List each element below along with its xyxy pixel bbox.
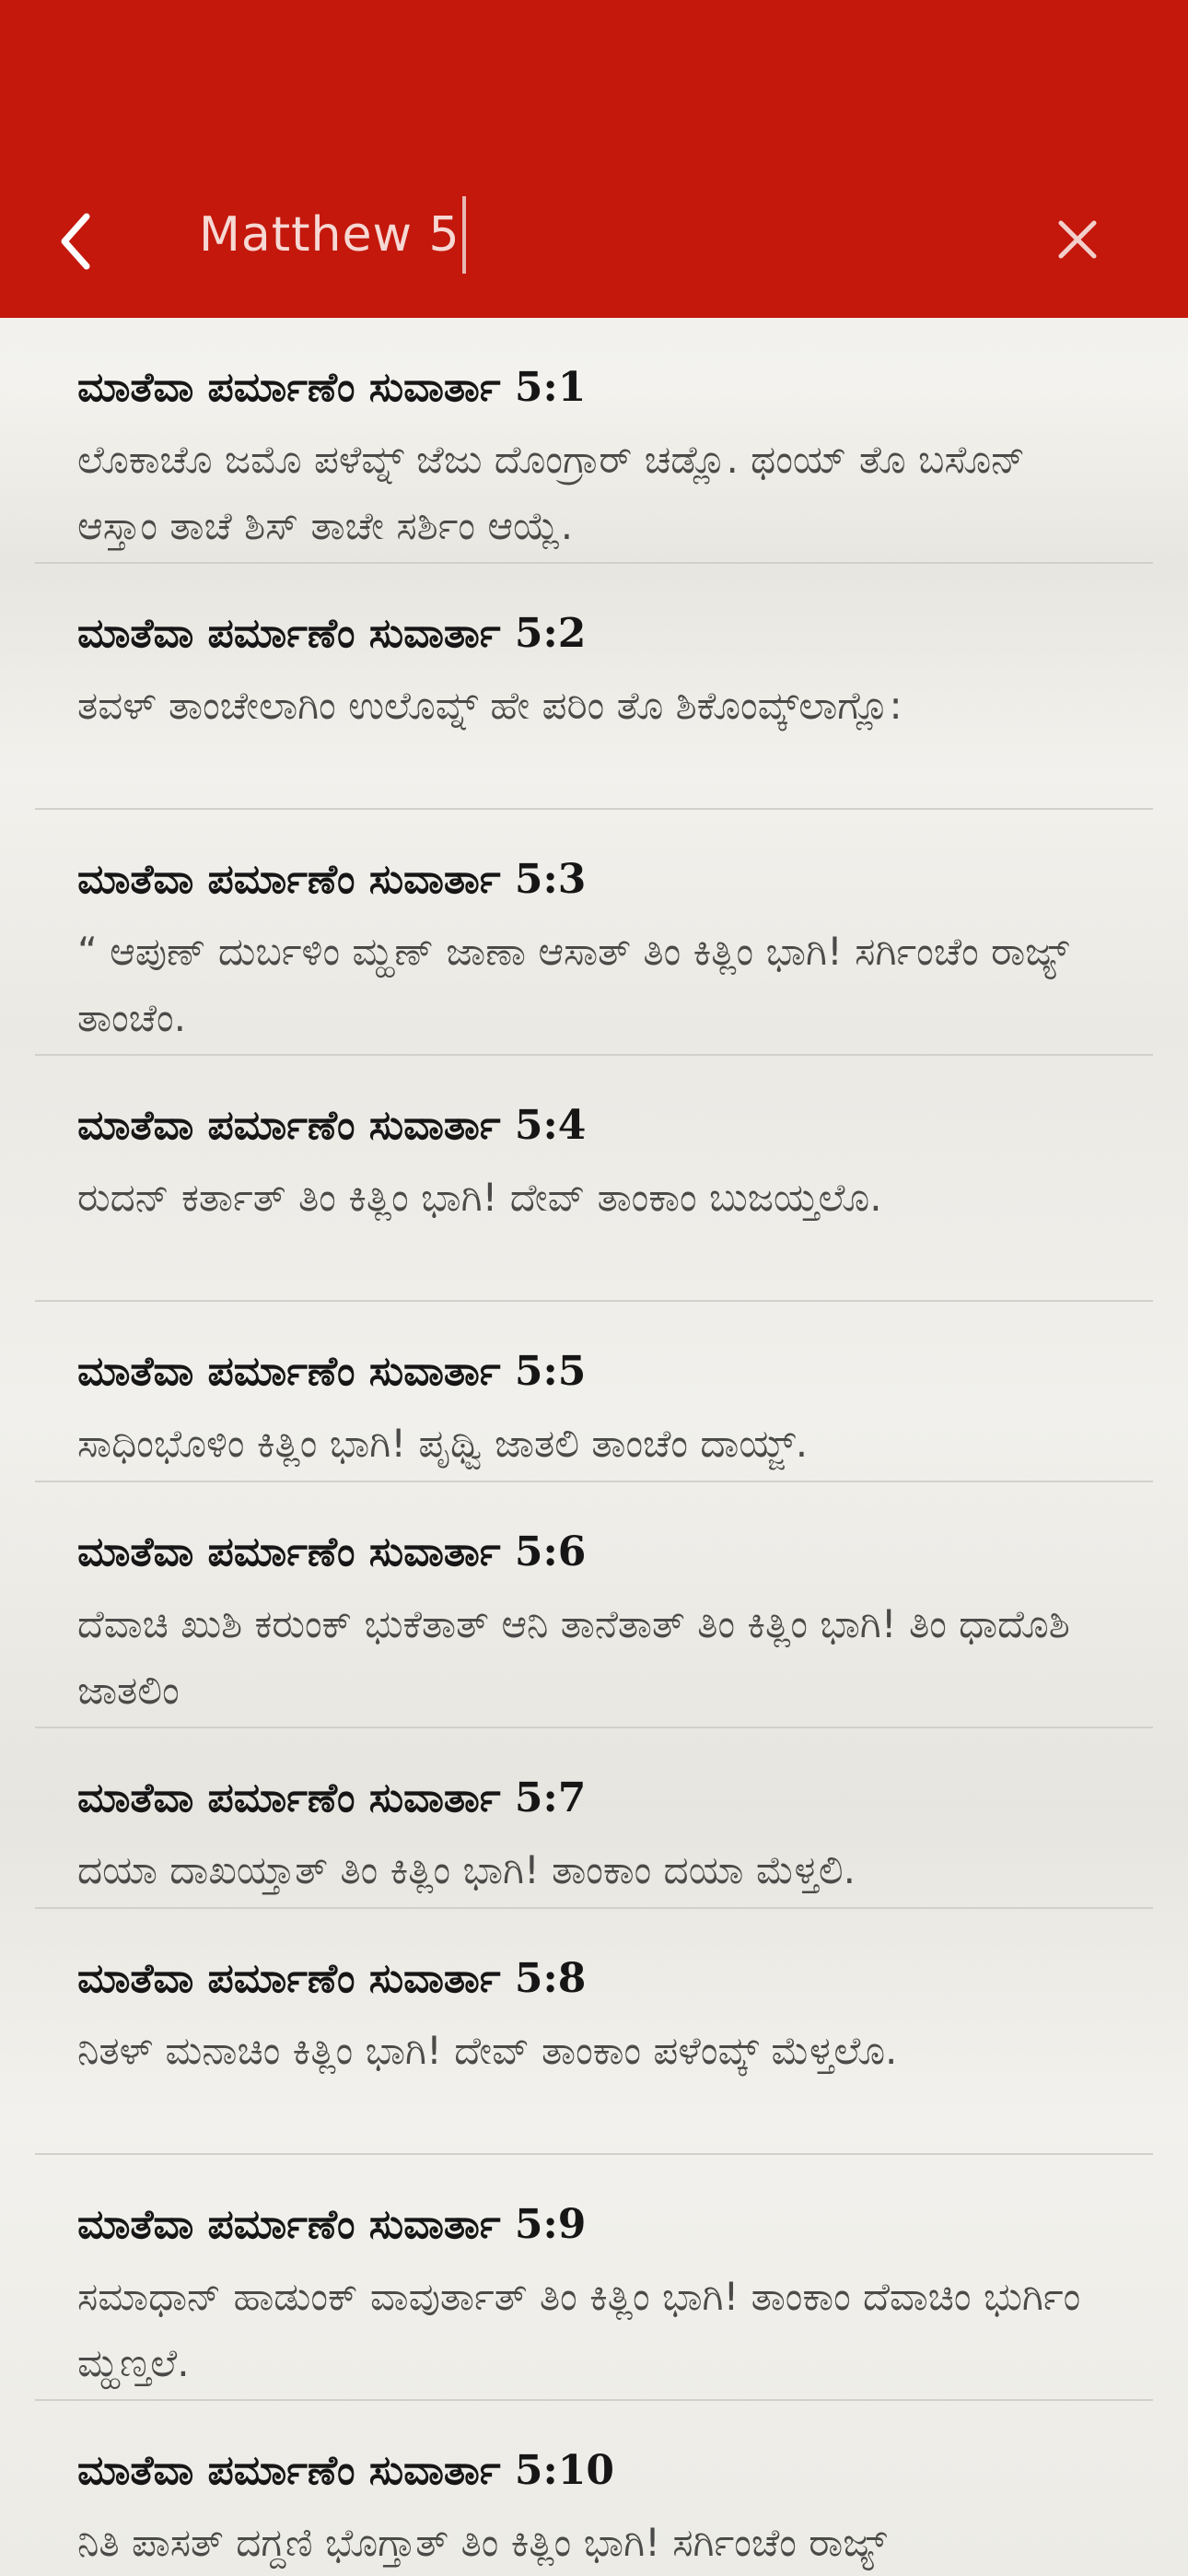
result-item[interactable]: ಮಾತೆವಾ ಪರ್ಮಾಣೆಂ ಸುವಾರ್ತಾ 5:2 ತವಳ್ ತಾಂಚೇಲ… — [35, 564, 1153, 810]
search-results-list: ಮಾತೆವಾ ಪರ್ಮಾಣೆಂ ಸುವಾರ್ತಾ 5:1 ಲೊಕಾಚೊ ಜಮೊ … — [0, 318, 1188, 2576]
result-item[interactable]: ಮಾತೆವಾ ಪರ್ಮಾಣೆಂ ಸುವಾರ್ತಾ 5:8 ನಿತಳ್ ಮನಾಚಿ… — [35, 1909, 1153, 2155]
result-item[interactable]: ಮಾತೆವಾ ಪರ್ಮಾಣೆಂ ಸುವಾರ್ತಾ 5:9 ಸಮಾಧಾನ್ ಹಾಡ… — [35, 2155, 1153, 2401]
verse-reference: ಮಾತೆವಾ ಪರ್ಮಾಣೆಂ ಸುವಾರ್ತಾ 5:3 — [77, 856, 587, 903]
verse-text: “ ಆಪುಣ್ ದುರ್ಬಳಿಂ ಮ್ಹಣ್ ಜಾಣಾ ಆಸಾತ್ ತಿಂ ಕಿ… — [77, 929, 1069, 1040]
result-item[interactable]: ಮಾತೆವಾ ಪರ್ಮಾಣೆಂ ಸುವಾರ್ತಾ 5:4 ರುದನ್ ಕರ್ತಾ… — [35, 1056, 1153, 1302]
verse-text: ಲೊಕಾಚೊ ಜಮೊ ಪಳೆವ್ನ್ ಜೆಜು ದೊಂಗ್ರಾರ್ ಚಡ್ಲೊ.… — [77, 437, 1026, 548]
verse-text: ತವಳ್ ತಾಂಚೇಲಾಗಿಂ ಉಲೊವ್ನ್ ಹೇ ಪರಿಂ ತೊ ಶಿಕೊಂ… — [77, 683, 903, 728]
verse-reference: ಮಾತೆವಾ ಪರ್ಮಾಣೆಂ ಸುವಾರ್ತಾ 5:5 — [77, 1348, 587, 1395]
verse-text: ರುದನ್ ಕರ್ತಾತ್ ತಿಂ ಕಿತ್ಲಿಂ ಭಾಗಿ! ದೇವ್ ತಾಂ… — [77, 1175, 882, 1220]
search-header: Matthew 5 — [0, 0, 1188, 318]
search-input[interactable]: Matthew 5 — [199, 193, 991, 276]
result-item[interactable]: ಮಾತೆವಾ ಪರ್ಮಾಣೆಂ ಸುವಾರ್ತಾ 5:6 ದೆವಾಚಿ ಖುಶಿ… — [35, 1482, 1153, 1728]
result-item[interactable]: ಮಾತೆವಾ ಪರ್ಮಾಣೆಂ ಸುವಾರ್ತಾ 5:10 ನಿತಿ ಪಾಸತ್… — [35, 2401, 1153, 2576]
result-item[interactable]: ಮಾತೆವಾ ಪರ್ಮಾಣೆಂ ಸುವಾರ್ತಾ 5:7 ದಯಾ ದಾಖಯ್ತಾ… — [35, 1728, 1153, 1909]
back-button[interactable] — [48, 205, 103, 278]
verse-reference: ಮಾತೆವಾ ಪರ್ಮಾಣೆಂ ಸುವಾರ್ತಾ 5:6 — [77, 1528, 587, 1575]
verse-text: ದೆವಾಚಿ ಖುಶಿ ಕರುಂಕ್ ಭುಕೆತಾತ್ ಆನಿ ತಾನೆತಾತ್… — [77, 1601, 1070, 1713]
verse-reference: ಮಾತೆವಾ ಪರ್ಮಾಣೆಂ ಸುವಾರ್ತಾ 5:4 — [77, 1102, 587, 1149]
close-icon — [1058, 220, 1097, 259]
search-input-value[interactable]: Matthew 5 — [199, 207, 460, 263]
verse-text: ನಿತಿ ಪಾಸತ್ ದಗ್ದಣಿ ಭೊಗ್ತಾತ್ ತಿಂ ಕಿತ್ಲಿಂ ಭ… — [77, 2520, 887, 2565]
verse-text: ನಿತಳ್ ಮನಾಚಿಂ ಕಿತ್ಲಿಂ ಭಾಗಿ! ದೇವ್ ತಾಂಕಾಂ ಪ… — [77, 2028, 898, 2073]
verse-text: ಸಾಧಿಂಭೊಳಿಂ ಕಿತ್ಲಿಂ ಭಾಗಿ! ಪೃಥ್ವಿ ಜಾತಲಿ ತಾ… — [77, 1421, 809, 1466]
result-item[interactable]: ಮಾತೆವಾ ಪರ್ಮಾಣೆಂ ಸುವಾರ್ತಾ 5:3 “ ಆಪುಣ್ ದುರ… — [35, 810, 1153, 1056]
verse-reference: ಮಾತೆವಾ ಪರ್ಮಾಣೆಂ ಸುವಾರ್ತಾ 5:1 — [77, 364, 587, 411]
chevron-left-icon — [61, 213, 90, 270]
text-caret — [461, 196, 466, 274]
verse-reference: ಮಾತೆವಾ ಪರ್ಮಾಣೆಂ ಸುವಾರ್ತಾ 5:7 — [77, 1774, 587, 1821]
verse-reference: ಮಾತೆವಾ ಪರ್ಮಾಣೆಂ ಸುವಾರ್ತಾ 5:10 — [77, 2447, 614, 2494]
result-item[interactable]: ಮಾತೆವಾ ಪರ್ಮಾಣೆಂ ಸುವಾರ್ತಾ 5:5 ಸಾಧಿಂಭೊಳಿಂ … — [35, 1302, 1153, 1482]
verse-text: ಸಮಾಧಾನ್ ಹಾಡುಂಕ್ ವಾವುರ್ತಾತ್ ತಿಂ ಕಿತ್ಲಿಂ ಭ… — [77, 2274, 1081, 2385]
clear-search-button[interactable] — [1050, 212, 1105, 267]
verse-text: ದಯಾ ದಾಖಯ್ತಾತ್ ತಿಂ ಕಿತ್ಲಿಂ ಭಾಗಿ! ತಾಂಕಾಂ ದ… — [77, 1847, 856, 1892]
verse-reference: ಮಾತೆವಾ ಪರ್ಮಾಣೆಂ ಸುವಾರ್ತಾ 5:2 — [77, 610, 587, 657]
verse-reference: ಮಾತೆವಾ ಪರ್ಮಾಣೆಂ ಸುವಾರ್ತಾ 5:8 — [77, 1955, 587, 2002]
verse-reference: ಮಾತೆವಾ ಪರ್ಮಾಣೆಂ ಸುವಾರ್ತಾ 5:9 — [77, 2201, 587, 2248]
result-item[interactable]: ಮಾತೆವಾ ಪರ್ಮಾಣೆಂ ಸುವಾರ್ತಾ 5:1 ಲೊಕಾಚೊ ಜಮೊ … — [35, 318, 1153, 564]
